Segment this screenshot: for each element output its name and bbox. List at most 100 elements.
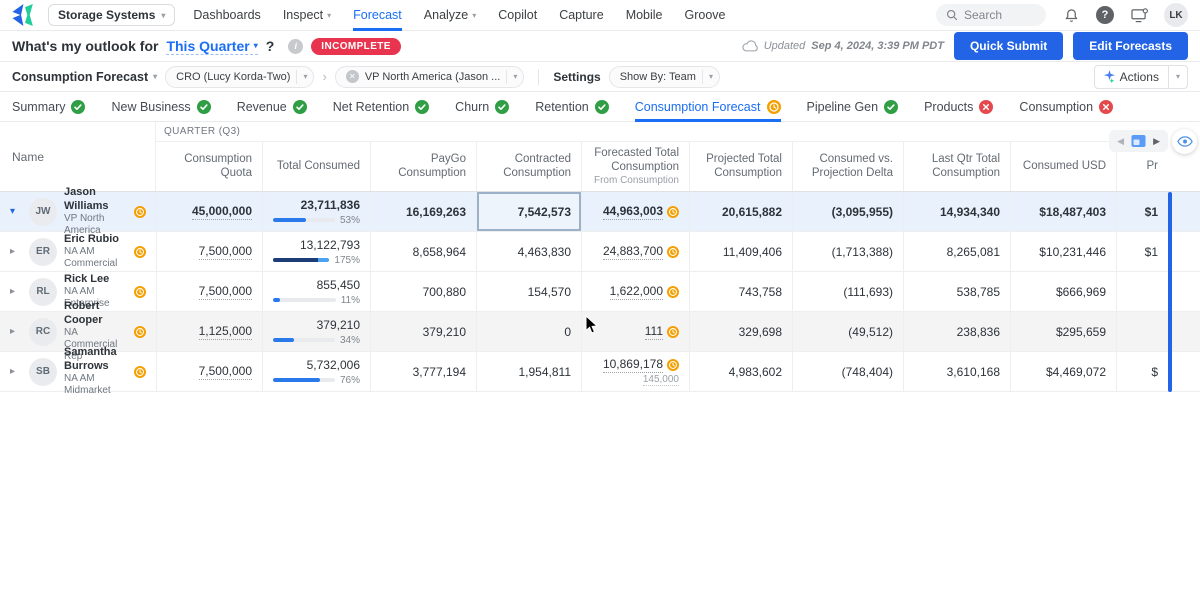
table-cell[interactable]: 1,622,000 [581,272,689,311]
table-row[interactable]: ▸RCRobert CooperNA Commercial Rep1,125,0… [0,312,1200,352]
table-cell[interactable]: 24,883,700 [581,232,689,271]
table-cell[interactable]: 0 [476,312,581,351]
tab-net-retention[interactable]: Net Retention [333,92,429,122]
forecasted-total-value[interactable]: 24,883,700 [603,244,663,260]
show-by-pill[interactable]: Show By: Team ▾ [609,66,720,88]
table-cell[interactable]: 1,125,000 [156,312,262,351]
actions-button[interactable]: Actions ▾ [1094,65,1188,89]
consumption-quota-value[interactable]: 1,125,000 [199,324,252,340]
rep-role: NA AM Commercial [64,246,127,270]
column-header-5[interactable]: Forecasted Total ConsumptionFrom Consump… [581,142,689,191]
search-placeholder: Search [964,8,1002,22]
actions-dropdown-caret[interactable]: ▾ [1168,66,1187,88]
quick-submit-button[interactable]: Quick Submit [954,32,1063,60]
column-header-7[interactable]: Consumed vs. Projection Delta [792,142,903,191]
table-cell[interactable]: 7,500,000 [156,352,262,391]
remove-filter-icon[interactable]: ✕ [346,70,359,83]
forecasted-total-value[interactable]: 1,622,000 [610,284,663,300]
consumption-quota-value[interactable]: 7,500,000 [199,284,252,300]
column-header-1[interactable]: Consumption Quota [156,142,262,191]
edit-forecasts-button[interactable]: Edit Forecasts [1073,32,1188,60]
column-header-4[interactable]: Contracted Consumption [476,142,581,191]
expand-row-icon[interactable]: ▸ [10,326,22,337]
screen-share-icon[interactable] [1128,4,1150,26]
forecasted-total-value[interactable]: 111 [645,324,663,340]
pager-calendar-icon[interactable] [1131,134,1146,148]
top-nav: Storage Systems ▾ Dashboards Inspect▾ Fore… [0,0,1200,31]
nav-item-copilot[interactable]: Copilot [498,0,537,31]
consumption-quota-value[interactable]: 7,500,000 [199,364,252,380]
expand-row-icon[interactable]: ▸ [10,366,22,377]
column-header-3[interactable]: PayGo Consumption [370,142,476,191]
table-row[interactable]: ▾JWJason WilliamsVP North America45,000,… [0,192,1200,232]
contracted-consumption-value[interactable]: 0 [564,325,571,339]
table-cell[interactable]: 7,542,573 [476,192,581,231]
forecasted-total-value[interactable]: 44,963,003 [603,204,663,220]
table-row[interactable]: ▸SBSamantha BurrowsNA AM Midmarket7,500,… [0,352,1200,392]
outlook-right: Updated Sep 4, 2024, 3:39 PM PDT Quick S… [742,32,1188,60]
view-title[interactable]: Consumption Forecast ▾ [12,70,157,84]
quarter-pager[interactable]: ◀ ▶ [1109,130,1168,152]
name-column-header[interactable]: Name [0,122,156,191]
column-label: Projected Total Consumption [700,152,782,181]
table-cell[interactable]: 10,869,178145,000 [581,352,689,391]
nav-item-analyze[interactable]: Analyze▾ [424,0,477,31]
consumption-quota-value[interactable]: 7,500,000 [199,244,252,260]
help-icon[interactable]: ? [1096,6,1114,24]
pager-prev-icon[interactable]: ◀ [1117,136,1124,147]
column-header-8[interactable]: Last Qtr Total Consumption [903,142,1010,191]
workspace-selector[interactable]: Storage Systems ▾ [48,4,175,26]
nav-item-inspect[interactable]: Inspect▾ [283,0,331,31]
column-label: Last Qtr Total Consumption [914,152,1000,181]
nav-item-capture[interactable]: Capture [559,0,603,31]
tab-summary[interactable]: Summary [12,92,85,122]
expand-row-icon[interactable]: ▸ [10,246,22,257]
info-icon[interactable]: i [288,39,303,54]
table-cell[interactable]: 1,954,811 [476,352,581,391]
user-avatar[interactable]: LK [1164,3,1188,27]
table-cell[interactable]: 111 [581,312,689,351]
expand-row-icon[interactable]: ▸ [10,286,22,297]
nav-item-forecast[interactable]: Forecast [353,0,402,31]
tab-consumption-forecast[interactable]: Consumption Forecast [635,92,781,122]
pager-next-icon[interactable]: ▶ [1153,136,1160,147]
table-cell[interactable]: 7,500,000 [156,232,262,271]
visibility-eye-button[interactable] [1172,129,1197,154]
forecasted-total-value[interactable]: 10,869,178 [603,357,663,373]
collapse-row-icon[interactable]: ▾ [10,206,22,217]
table-cell[interactable]: 154,570 [476,272,581,311]
consumption-quota-value[interactable]: 45,000,000 [192,204,252,220]
projected-total-value: 743,758 [739,285,782,299]
notifications-bell-icon[interactable] [1060,4,1082,26]
period-selector[interactable]: This Quarter ▾ [166,38,257,55]
column-header-9[interactable]: Consumed USD [1010,142,1116,191]
tab-churn[interactable]: Churn [455,92,509,122]
tab-consumption[interactable]: Consumption [1019,92,1113,122]
tab-pipeline-gen[interactable]: Pipeline Gen [807,92,899,122]
table-cell[interactable]: 4,463,830 [476,232,581,271]
table-cell[interactable]: 7,500,000 [156,272,262,311]
column-header-6[interactable]: Projected Total Consumption [689,142,792,191]
nav-item-groove[interactable]: Groove [685,0,726,31]
show-by-label: Show By: Team [620,71,696,83]
tab-revenue[interactable]: Revenue [237,92,307,122]
table-row[interactable]: ▸EREric RubioNA AM Commercial7,500,00013… [0,232,1200,272]
filter-cro-pill[interactable]: CRO (Lucy Korda-Two) ▾ [165,66,314,88]
tab-products[interactable]: Products [924,92,993,122]
contracted-consumption-value[interactable]: 154,570 [528,285,571,299]
contracted-consumption-value[interactable]: 1,954,811 [519,365,572,379]
table-cell[interactable]: 44,963,003 [581,192,689,231]
column-header-2[interactable]: Total Consumed [262,142,370,191]
tab-new-business[interactable]: New Business [111,92,210,122]
table-row[interactable]: ▸RLRick LeeNA AM Enterprise7,500,000855,… [0,272,1200,312]
filter-vp-pill[interactable]: ✕ VP North America (Jason ... ▾ [335,66,525,88]
nav-item-label: Mobile [626,8,663,22]
contracted-consumption-value[interactable]: 7,542,573 [518,205,571,219]
nav-item-dashboards[interactable]: Dashboards [193,0,260,31]
nav-item-mobile[interactable]: Mobile [626,0,663,31]
table-scrollbar[interactable] [1168,192,1172,392]
search-input[interactable]: Search [936,4,1046,26]
contracted-consumption-value[interactable]: 4,463,830 [518,245,571,259]
table-cell[interactable]: 45,000,000 [156,192,262,231]
tab-retention[interactable]: Retention [535,92,609,122]
